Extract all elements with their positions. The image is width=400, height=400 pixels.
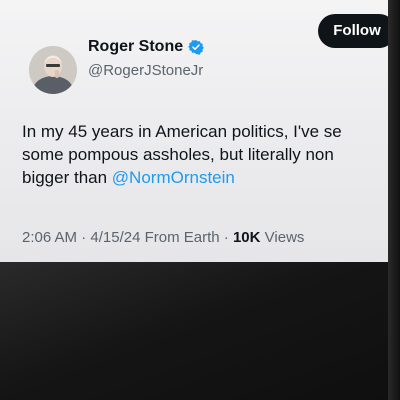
follow-button[interactable]: Follow (318, 14, 390, 48)
meta-separator: · (223, 229, 229, 246)
views-label: Views (264, 229, 305, 246)
avatar[interactable] (29, 46, 77, 94)
author-name[interactable]: Roger Stone (88, 38, 183, 56)
tweet-date[interactable]: 4/15/24 (90, 229, 140, 246)
author-name-row: Roger Stone (88, 38, 204, 56)
tweet-text-line-3: bigger than @NormOrnstein (22, 166, 390, 189)
meta-separator: · (81, 229, 87, 246)
tweet-text-prefix: bigger than (22, 168, 112, 187)
avatar-photo (29, 46, 77, 94)
tweet-metadata: 2:06 AM · 4/15/24 From Earth · 10K Views (22, 229, 304, 246)
tweet-time[interactable]: 2:06 AM (22, 229, 77, 246)
verified-badge-icon (188, 40, 204, 55)
monitor-bezel-right (388, 0, 400, 400)
tweet-text-line-2: some pompous assholes, but literally non (22, 145, 334, 164)
tweet-card: Follow Roger Stone @RogerJStoneJr In my … (0, 0, 390, 262)
tweet-text: In my 45 years in American politics, I'v… (22, 120, 390, 189)
views-count: 10K (232, 229, 261, 246)
tweet-text-line-1: In my 45 years in American politics, I'v… (22, 122, 342, 141)
author-handle[interactable]: @RogerJStoneJr (88, 62, 203, 79)
mention-link[interactable]: @NormOrnstein (112, 168, 235, 187)
tweet-source: From Earth (144, 229, 220, 246)
desk-surface (0, 262, 400, 400)
